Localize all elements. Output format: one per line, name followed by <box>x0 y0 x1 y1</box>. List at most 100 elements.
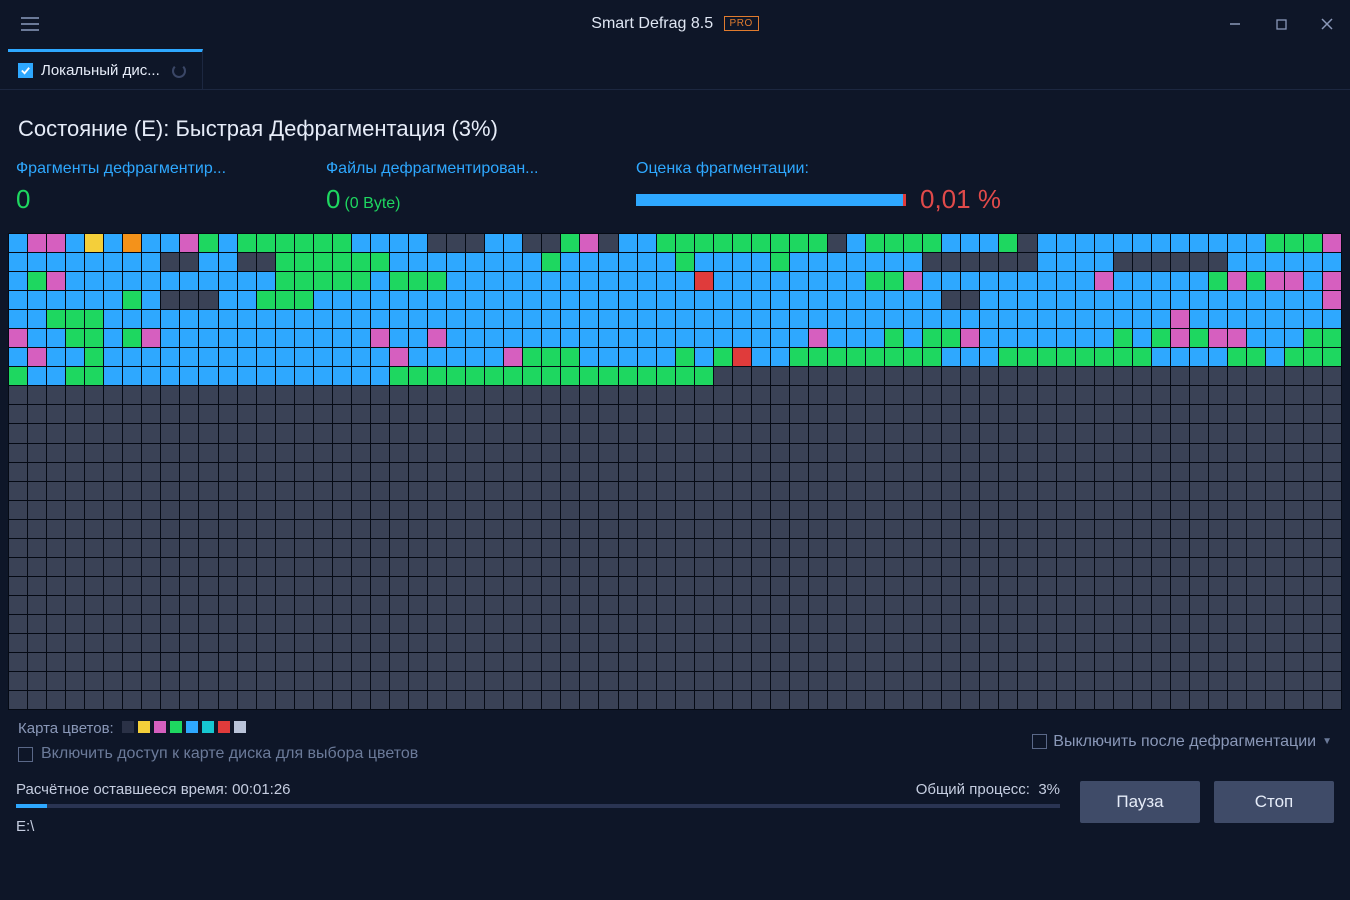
cluster-cell <box>599 501 617 519</box>
cluster-cell <box>980 482 998 500</box>
legend-swatch[interactable] <box>138 721 150 733</box>
cluster-cell <box>752 253 770 271</box>
cluster-cell <box>123 691 141 709</box>
cluster-cell <box>676 272 694 290</box>
cluster-cell <box>1057 367 1075 385</box>
cluster-cell <box>1323 653 1341 671</box>
cluster-cell <box>1323 367 1341 385</box>
cluster-cell <box>161 367 179 385</box>
cluster-cell <box>9 424 27 442</box>
menu-button[interactable] <box>10 4 50 44</box>
cluster-cell <box>638 482 656 500</box>
cluster-cell <box>485 386 503 404</box>
cluster-cell <box>847 329 865 347</box>
legend-swatch[interactable] <box>170 721 182 733</box>
cluster-cell <box>466 272 484 290</box>
cluster-cell <box>295 539 313 557</box>
cluster-cell <box>9 234 27 252</box>
cluster-cell <box>1171 463 1189 481</box>
cluster-cell <box>257 558 275 576</box>
cluster-cell <box>866 596 884 614</box>
cluster-cell <box>1057 482 1075 500</box>
minimize-button[interactable] <box>1212 4 1258 44</box>
cluster-cell <box>733 424 751 442</box>
cluster-cell <box>980 520 998 538</box>
cluster-cell <box>1209 424 1227 442</box>
legend-swatch[interactable] <box>122 721 134 733</box>
pause-button[interactable]: Пауза <box>1080 781 1200 823</box>
cluster-cell <box>809 444 827 462</box>
cluster-cell <box>1304 691 1322 709</box>
cluster-cell <box>428 348 446 366</box>
legend-swatch[interactable] <box>202 721 214 733</box>
cluster-cell <box>599 463 617 481</box>
cluster-cell <box>1209 615 1227 633</box>
cluster-cell <box>161 672 179 690</box>
cluster-cell <box>1228 539 1246 557</box>
cluster-cell <box>314 482 332 500</box>
checkbox-checked-icon[interactable] <box>18 63 33 78</box>
cluster-cell <box>1247 424 1265 442</box>
cluster-cell <box>238 234 256 252</box>
cluster-cell <box>1266 634 1284 652</box>
drive-tab[interactable]: Локальный дис... <box>8 49 203 89</box>
cluster-cell <box>257 653 275 671</box>
cluster-cell <box>409 520 427 538</box>
cluster-cell <box>771 310 789 328</box>
cluster-cell <box>980 501 998 519</box>
legend-swatch[interactable] <box>154 721 166 733</box>
cluster-cell <box>409 291 427 309</box>
legend-swatch[interactable] <box>234 721 246 733</box>
cluster-cell <box>961 691 979 709</box>
cluster-cell <box>1285 558 1303 576</box>
cluster-cell <box>657 234 675 252</box>
shutdown-after-dropdown[interactable]: Выключить после дефрагментации ▼ <box>1032 733 1332 751</box>
cluster-cell <box>1323 424 1341 442</box>
cluster-cell <box>199 234 217 252</box>
cluster-cell <box>9 329 27 347</box>
cluster-cell <box>923 253 941 271</box>
cluster-cell <box>695 329 713 347</box>
legend-swatch[interactable] <box>218 721 230 733</box>
cluster-cell <box>1114 501 1132 519</box>
cluster-cell <box>276 691 294 709</box>
cluster-cell <box>771 272 789 290</box>
enable-map-access-checkbox[interactable]: Включить доступ к карте диска для выбора… <box>18 745 418 763</box>
stop-button[interactable]: Стоп <box>1214 781 1334 823</box>
cluster-cell <box>390 291 408 309</box>
cluster-cell <box>504 291 522 309</box>
cluster-cell <box>619 424 637 442</box>
close-button[interactable] <box>1304 4 1350 44</box>
cluster-cell <box>847 520 865 538</box>
cluster-cell <box>599 386 617 404</box>
cluster-cell <box>104 253 122 271</box>
legend-swatch[interactable] <box>186 721 198 733</box>
cluster-cell <box>1266 272 1284 290</box>
cluster-cell <box>695 501 713 519</box>
cluster-cell <box>180 653 198 671</box>
cluster-cell <box>1285 596 1303 614</box>
cluster-cell <box>923 234 941 252</box>
cluster-cell <box>1228 615 1246 633</box>
cluster-cell <box>447 272 465 290</box>
cluster-cell <box>352 672 370 690</box>
cluster-cell <box>1076 615 1094 633</box>
cluster-cell <box>809 577 827 595</box>
cluster-cell <box>561 463 579 481</box>
cluster-cell <box>809 520 827 538</box>
cluster-cell <box>790 691 808 709</box>
cluster-cell <box>28 520 46 538</box>
cluster-cell <box>1190 672 1208 690</box>
cluster-cell <box>47 615 65 633</box>
cluster-cell <box>619 444 637 462</box>
cluster-cell <box>809 234 827 252</box>
cluster-cell <box>1038 234 1056 252</box>
cluster-cell <box>1323 329 1341 347</box>
cluster-cell <box>580 520 598 538</box>
maximize-button[interactable] <box>1258 4 1304 44</box>
cluster-cell <box>104 672 122 690</box>
cluster-cell <box>219 329 237 347</box>
cluster-cell <box>885 405 903 423</box>
cluster-cell <box>428 520 446 538</box>
cluster-cell <box>466 539 484 557</box>
